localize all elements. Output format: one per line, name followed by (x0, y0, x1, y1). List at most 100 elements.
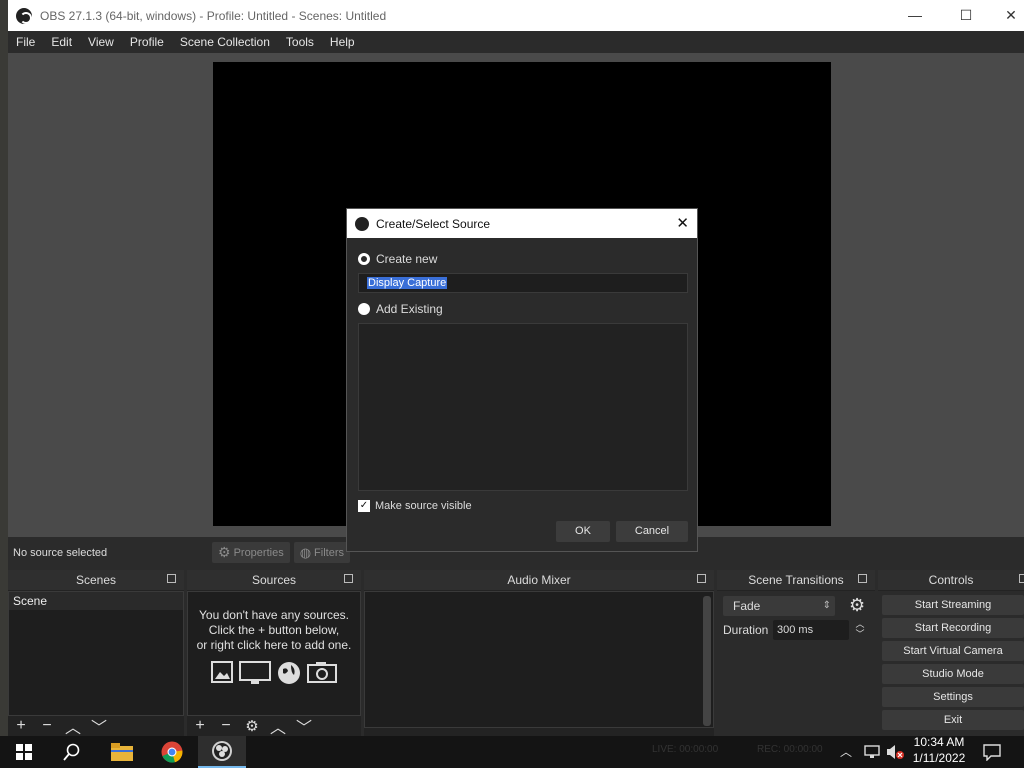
start-button[interactable] (0, 736, 48, 768)
dialog-title-bar: Create/Select Source ✕ (347, 209, 697, 238)
controls-body: Start Streaming Start Recording Start Vi… (878, 591, 1024, 736)
title-bar: OBS 27.1.3 (64-bit, windows) - Profile: … (8, 0, 1024, 31)
add-icon[interactable]: + (8, 717, 34, 735)
sources-empty-line-2: Click the + button below, (208, 623, 340, 637)
scenes-list[interactable]: Scene (8, 591, 184, 716)
start-streaming-button[interactable]: Start Streaming (882, 595, 1024, 615)
menu-help[interactable]: Help (322, 35, 363, 49)
menu-profile[interactable]: Profile (122, 35, 172, 49)
scenes-toolbar: + − ︿ ﹀ (8, 716, 184, 736)
maximize-button[interactable]: ☐ (943, 0, 989, 31)
menu-view[interactable]: View (80, 35, 122, 49)
properties-label: Properties (233, 546, 284, 559)
network-icon[interactable] (864, 745, 880, 759)
make-visible-checkbox[interactable]: ✓ (358, 500, 370, 512)
controls-dock-title: Controls (878, 570, 1024, 590)
obs-logo-icon (16, 7, 32, 24)
windows-logo-icon (16, 744, 32, 760)
transition-select[interactable]: Fade ⇕ (723, 596, 835, 616)
move-down-icon[interactable]: ﹀ (86, 714, 112, 736)
add-icon[interactable]: + (187, 717, 213, 735)
menu-scene-collection[interactable]: Scene Collection (172, 35, 278, 49)
make-visible-label: Make source visible (375, 500, 472, 512)
monitor-icon (239, 661, 271, 684)
gear-icon: ⚙ (218, 544, 231, 560)
undock-icon[interactable] (167, 574, 176, 583)
cancel-button[interactable]: Cancel (616, 521, 688, 542)
globe-icon (278, 662, 300, 684)
notifications-icon[interactable] (983, 744, 1001, 761)
filters-label: Filters (314, 546, 344, 559)
clock-time: 10:34 AM (913, 735, 965, 749)
duration-label: Duration (723, 623, 769, 637)
controls-dock: Controls Start Streaming Start Recording… (878, 570, 1024, 736)
create-new-radio[interactable] (358, 253, 370, 265)
scenes-title: Scenes (75, 573, 117, 587)
create-new-option[interactable]: Create new (358, 252, 437, 266)
sources-title: Sources (251, 573, 297, 587)
camera-icon (307, 662, 337, 683)
chevron-up-icon[interactable]: ︿ (840, 743, 852, 760)
search-icon (63, 743, 80, 761)
move-up-icon[interactable]: ︿ (60, 714, 86, 736)
controls-title: Controls (928, 573, 974, 587)
scene-list-item[interactable]: Scene (9, 592, 183, 610)
exit-button[interactable]: Exit (882, 710, 1024, 730)
transitions-dock-title: Scene Transitions (717, 570, 875, 590)
start-recording-button[interactable]: Start Recording (882, 618, 1024, 638)
taskbar-clock[interactable]: 10:34 AM 1/11/2022 (906, 734, 972, 766)
menu-file[interactable]: File (8, 35, 43, 49)
studio-mode-button[interactable]: Studio Mode (882, 664, 1024, 684)
chevron-up-icon[interactable]: ︿ (853, 619, 867, 629)
transitions-body: Fade ⇕ ⚙ Duration 300 ms ︿ ﹀ (717, 591, 875, 736)
filters-button[interactable]: ◍ Filters (293, 542, 350, 563)
file-explorer-button[interactable] (98, 736, 146, 768)
undock-icon[interactable] (697, 574, 706, 583)
move-up-icon[interactable]: ︿ (265, 714, 291, 736)
sources-dock: Sources You don't have any sources. Clic… (187, 570, 361, 736)
source-name-input[interactable]: Display Capture (358, 273, 688, 293)
settings-button[interactable]: Settings (882, 687, 1024, 707)
desktop-edge (0, 0, 8, 736)
remove-icon[interactable]: − (34, 717, 60, 735)
existing-sources-list[interactable] (358, 323, 688, 491)
chevron-down-icon[interactable]: ﹀ (853, 629, 867, 639)
audio-mixer-body[interactable] (364, 591, 714, 728)
properties-button[interactable]: ⚙ Properties (212, 542, 290, 563)
duration-value: 300 ms (777, 624, 814, 636)
sources-empty-line-3: or right click here to add one. (196, 638, 352, 652)
duration-stepper[interactable]: ︿ ﹀ (853, 619, 867, 641)
move-down-icon[interactable]: ﹀ (291, 714, 317, 736)
gear-icon[interactable]: ⚙ (849, 595, 865, 616)
undock-icon[interactable] (344, 574, 353, 583)
filter-icon: ◍ (299, 544, 312, 560)
undock-icon[interactable] (858, 574, 867, 583)
ok-button[interactable]: OK (556, 521, 610, 542)
live-status: LIVE: 00:00:00 (652, 744, 719, 755)
dialog-close-button[interactable]: ✕ (676, 214, 689, 232)
transition-value: Fade (733, 599, 761, 613)
make-visible-option[interactable]: ✓ Make source visible (358, 500, 472, 512)
remove-icon[interactable]: − (213, 717, 239, 735)
close-button[interactable]: ✕ (988, 0, 1024, 31)
duration-input[interactable]: 300 ms (773, 620, 849, 640)
start-virtual-camera-button[interactable]: Start Virtual Camera (882, 641, 1024, 661)
gear-icon[interactable]: ⚙ (239, 717, 265, 735)
menu-edit[interactable]: Edit (43, 35, 80, 49)
obs-taskbar-button[interactable] (198, 736, 246, 768)
minimize-button[interactable]: — (892, 0, 938, 31)
undock-icon[interactable] (1019, 574, 1024, 583)
volume-muted-icon[interactable] (886, 744, 904, 760)
chrome-button[interactable] (148, 736, 196, 768)
add-existing-option[interactable]: Add Existing (358, 302, 443, 316)
search-button[interactable] (48, 736, 96, 768)
add-existing-radio[interactable] (358, 303, 370, 315)
obs-icon (212, 741, 232, 761)
source-name-value: Display Capture (367, 277, 448, 289)
dialog-title: Create/Select Source (376, 216, 491, 231)
sources-list[interactable]: You don't have any sources. Click the + … (187, 591, 361, 716)
scrollbar[interactable] (703, 596, 711, 726)
sources-dock-title: Sources (187, 570, 361, 590)
sources-toolbar: + − ⚙ ︿ ﹀ (187, 716, 361, 736)
menu-tools[interactable]: Tools (278, 35, 322, 49)
